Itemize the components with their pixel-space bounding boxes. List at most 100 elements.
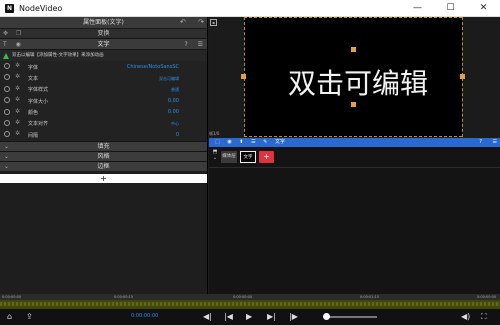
select-icon[interactable]: ⬚	[215, 138, 220, 147]
property-value[interactable]: Chinese/NotoSansSC	[127, 64, 179, 70]
property-text[interactable]: ✲ 文本 双击可编辑	[0, 72, 207, 83]
section-label: 边框	[97, 162, 110, 170]
text-section-label: 文字	[97, 41, 110, 48]
hint-text: 双击以编辑【添加属性-文字效果】来添加动画	[12, 53, 104, 58]
play-button[interactable]: ▶	[246, 311, 252, 323]
fill-section[interactable]: ⌄ 填充	[0, 140, 207, 151]
border-section[interactable]: ⌄ 边框	[0, 160, 207, 171]
volume-slider-handle[interactable]	[323, 313, 330, 320]
property-value[interactable]: 0	[176, 132, 179, 138]
property-color[interactable]: ✲ 颜色 0.00	[0, 107, 207, 118]
style-section[interactable]: ⌄ 风格	[0, 150, 207, 161]
text-layer-caption[interactable]: 双击可编辑	[288, 62, 428, 102]
ruler-label: 0:00:00:15	[114, 295, 134, 299]
section-label: 填充	[97, 142, 110, 150]
eye-icon[interactable]: ◉	[227, 138, 231, 147]
menu-icon[interactable]: ☰	[493, 138, 497, 147]
property-font-style[interactable]: ✲ 字体样式 普通	[0, 84, 207, 95]
property-value[interactable]: 双击可编辑	[159, 76, 179, 82]
menu-icon[interactable]: ☰	[198, 41, 203, 48]
minimize-button[interactable]: —	[401, 0, 434, 17]
help-icon[interactable]: ?	[185, 41, 188, 48]
app-logo-icon: N	[5, 3, 14, 13]
frame-label: 帧1/0	[209, 131, 220, 136]
resize-handle[interactable]	[351, 102, 356, 107]
help-icon[interactable]: ?	[479, 138, 482, 147]
gear-icon[interactable]: ✲	[15, 96, 20, 103]
property-name: 字体样式	[28, 87, 49, 94]
keyframe-icon[interactable]	[4, 131, 10, 138]
window-controls: — ☐ ✕	[401, 0, 500, 17]
property-name: 间隔	[28, 132, 39, 139]
add-property-button[interactable]: +	[0, 173, 207, 183]
next-marker-button[interactable]: |▶	[289, 311, 298, 323]
visibility-icon[interactable]: ◉	[16, 41, 21, 48]
prev-marker-button[interactable]: ◀|	[203, 311, 212, 323]
track-area: ⬒ ⌄ 媒体层 文字 +	[209, 147, 500, 294]
volume-slider[interactable]	[327, 316, 377, 318]
redo-icon[interactable]: ↷	[198, 18, 204, 26]
gear-icon[interactable]: ✲	[15, 119, 20, 126]
property-spacing[interactable]: ✲ 间隔 0	[0, 129, 207, 140]
property-value[interactable]: 中心	[171, 121, 179, 127]
property-value[interactable]: 0.00	[168, 98, 179, 104]
prev-frame-button[interactable]: |◀	[224, 311, 233, 323]
resize-handle[interactable]	[460, 74, 465, 79]
text-section-header[interactable]: T ◉ 文字 ? ☰	[0, 38, 207, 49]
text-edit-icon[interactable]: ✎	[263, 138, 267, 147]
move-up-icon[interactable]: ⬆	[239, 138, 243, 147]
undo-icon[interactable]: ↶	[180, 18, 186, 26]
close-button[interactable]: ✕	[467, 0, 500, 17]
property-name: 字体大小	[28, 98, 49, 105]
keyframe-icon[interactable]	[4, 74, 10, 81]
chevron-down-icon: ⌄	[4, 162, 10, 170]
ruler-label: 0:00:01:15	[360, 295, 380, 299]
add-layer-button[interactable]: +	[259, 151, 274, 163]
fullscreen-icon[interactable]: ⛶	[481, 311, 487, 323]
property-name: 文本对齐	[28, 121, 49, 128]
property-value[interactable]: 普通	[171, 87, 179, 93]
home-icon[interactable]: ⌂	[7, 311, 12, 323]
transform-section[interactable]: ✥ ❐ 变换	[0, 28, 207, 38]
share-icon[interactable]: ⇪	[26, 311, 33, 323]
property-font-size[interactable]: ✲ 字体大小 0.00	[0, 95, 207, 106]
resize-handle[interactable]	[351, 47, 356, 52]
keyframe-icon[interactable]	[4, 97, 10, 104]
resize-handle[interactable]	[241, 74, 246, 79]
list-icon[interactable]: ☰	[251, 138, 255, 147]
move-icon[interactable]: ✥	[3, 30, 8, 37]
track-expand-icon[interactable]: ⬒ ⌄	[209, 149, 221, 169]
current-time: 0:00:00:00	[131, 313, 159, 319]
media-layer-button[interactable]: 媒体层	[221, 151, 237, 163]
property-name: 文本	[28, 75, 39, 82]
gear-icon[interactable]: ✲	[15, 73, 20, 80]
maximize-button[interactable]: ☐	[434, 0, 467, 17]
keyframe-icon[interactable]	[4, 119, 10, 126]
time-ruler[interactable]: 0:00:00:00 0:00:00:15 0:00:00:00 0:00:01…	[0, 294, 500, 300]
property-name: 颜色	[28, 110, 39, 117]
property-name: 字体	[28, 64, 39, 71]
timeline[interactable]: 0:00:00:00 0:00:00:15 0:00:00:00 0:00:01…	[0, 294, 500, 309]
preview-area: ▪ 双击可编辑 帧1/0	[209, 17, 500, 137]
gear-icon[interactable]: ✲	[15, 130, 20, 137]
text-layer-button[interactable]: 文字	[240, 151, 256, 163]
volume-icon[interactable]: ◀)	[461, 311, 470, 323]
gear-icon[interactable]: ✲	[15, 108, 20, 115]
keyframe-icon[interactable]	[4, 63, 10, 69]
track-toolbar-label: 文字	[274, 139, 285, 145]
gear-icon[interactable]: ✲	[15, 62, 20, 69]
next-frame-button[interactable]: ▶|	[267, 311, 276, 323]
property-font[interactable]: ✲ 字体 Chinese/NotoSansSC	[0, 61, 207, 72]
keyframe-icon[interactable]	[4, 108, 10, 115]
copy-icon[interactable]: ❐	[16, 30, 21, 37]
property-value[interactable]: 0.00	[168, 109, 179, 115]
keyframe-icon[interactable]	[4, 85, 10, 92]
snapshot-icon[interactable]: ▪	[210, 19, 217, 26]
gear-icon[interactable]: ✲	[15, 85, 20, 92]
property-panel: 属性面板(文字) ↶ ↷ ✥ ❐ 变换 T ◉ 文字 ? ☰ 双击以编辑【添加属…	[0, 17, 208, 294]
property-text-align[interactable]: ✲ 文本对齐 中心	[0, 118, 207, 129]
text-type-icon: T	[3, 41, 7, 48]
guide-line	[244, 136, 462, 137]
section-label: 风格	[97, 152, 110, 160]
playback-bar: ⌂ ⇪ 0:00:00:00 ◀| |◀ ▶ ▶| |▶ ◀) ⛶	[0, 309, 500, 325]
